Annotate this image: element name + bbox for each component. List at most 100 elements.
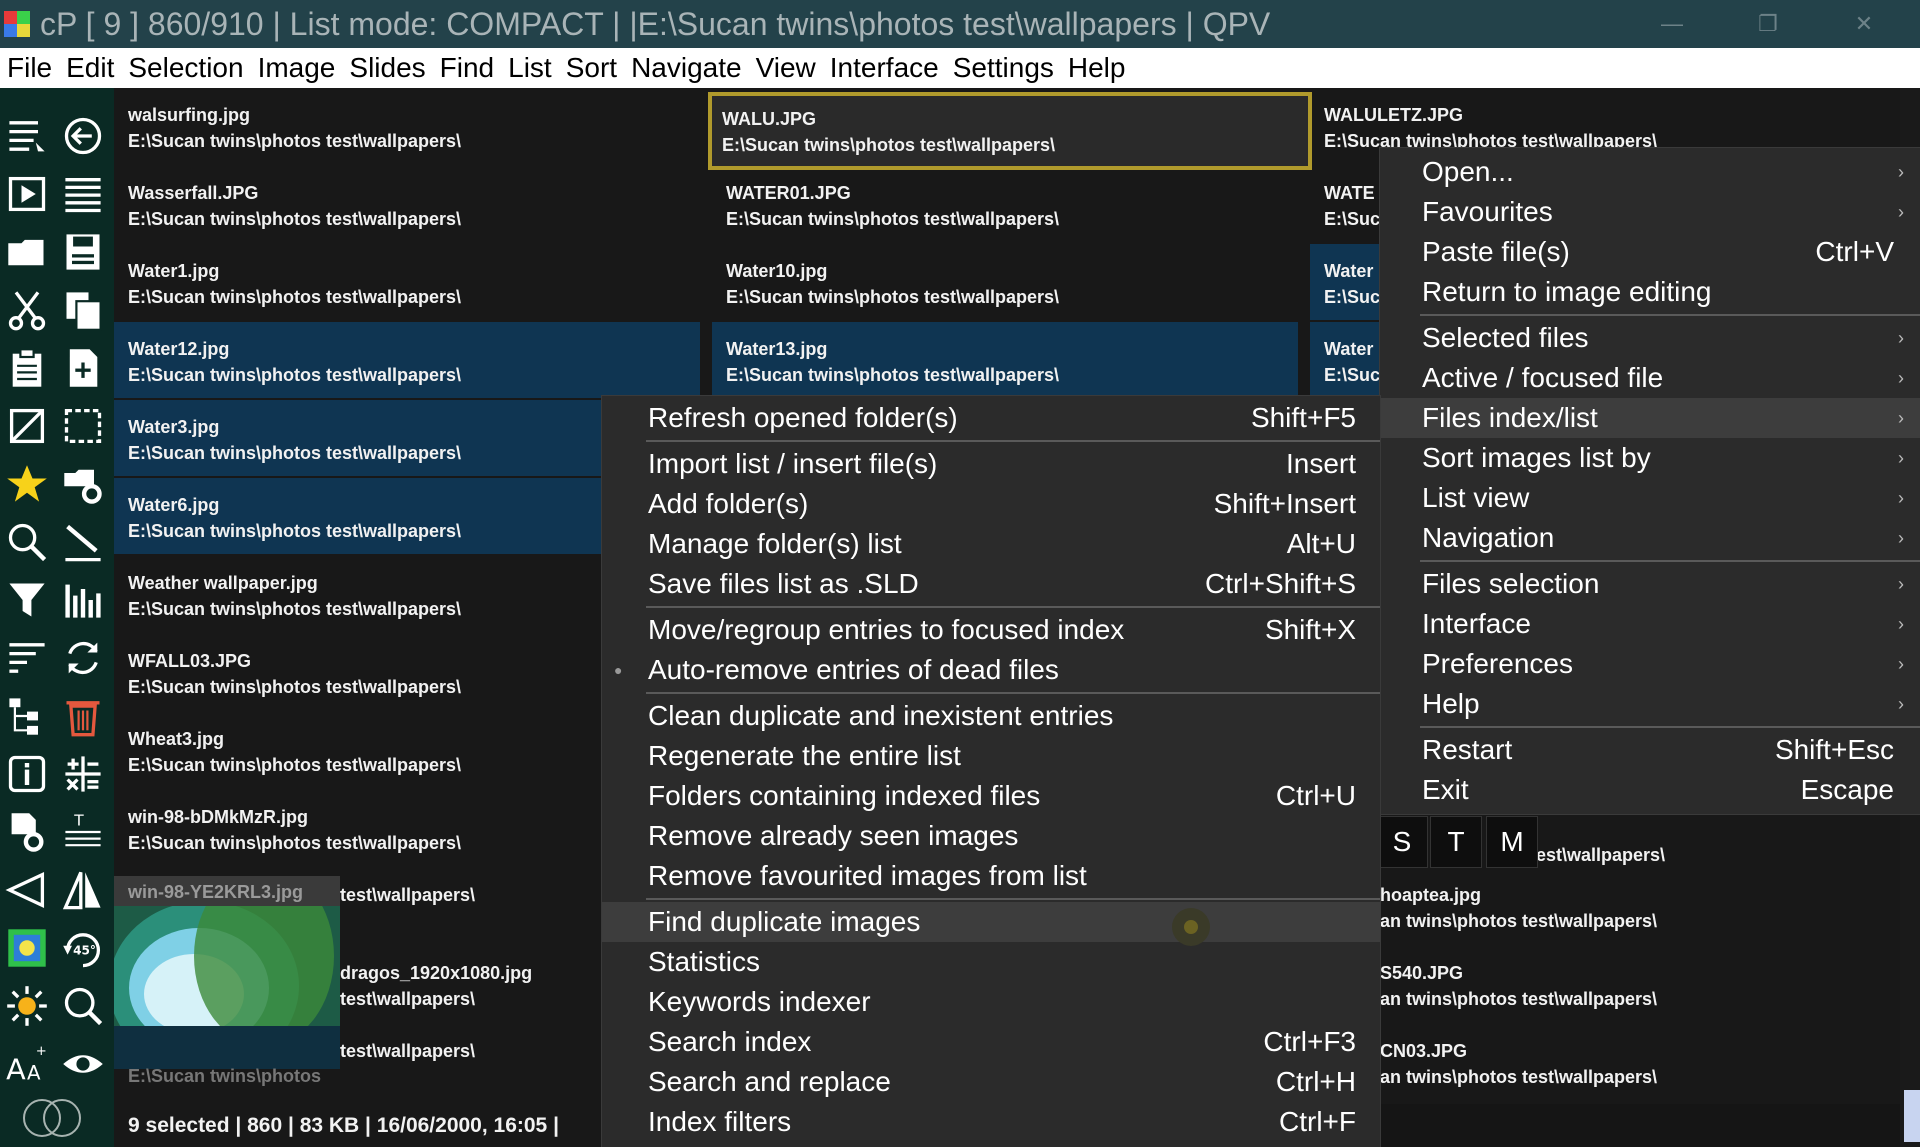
submenu-item-import-list[interactable]: Import list / insert file(s) Insert [602, 444, 1380, 484]
font-size-icon[interactable]: A A + [3, 1040, 51, 1088]
menu-item-restart[interactable]: Restart Shift+Esc [1380, 730, 1920, 770]
scrollbar-thumb[interactable] [1904, 1090, 1920, 1142]
menu-view[interactable]: View [749, 52, 823, 84]
menu-item-files-selection[interactable]: Files selection › [1380, 564, 1920, 604]
menu-item-sort-images[interactable]: Sort images list by › [1380, 438, 1920, 478]
brightness-icon[interactable] [3, 982, 51, 1030]
calculator-icon[interactable] [59, 750, 107, 798]
submenu-item-add-folders[interactable]: Add folder(s) Shift+Insert [602, 484, 1380, 524]
menu-find[interactable]: Find [433, 52, 501, 84]
list-mode-icon[interactable] [3, 112, 51, 160]
menu-item-selected-files[interactable]: Selected files › [1380, 318, 1920, 358]
file-settings-icon[interactable] [3, 808, 51, 856]
submenu-item-remove-favourited[interactable]: Remove favourited images from list [602, 856, 1380, 896]
submenu-item-find-duplicates[interactable]: Find duplicate images [602, 902, 1380, 942]
list-item[interactable]: Water1.jpg E:\Sucan twins\photos test\wal… [114, 244, 700, 320]
menu-item-files-index-list[interactable]: Files index/list › [1380, 398, 1920, 438]
menu-slides[interactable]: Slides [342, 52, 432, 84]
s-button[interactable]: S [1376, 816, 1428, 868]
histogram-icon[interactable] [59, 576, 107, 624]
zoom-search-icon[interactable] [3, 518, 51, 566]
list-item[interactable]: Wasserfall.JPG E:\Sucan twins\photos test… [114, 166, 700, 242]
menu-sort[interactable]: Sort [559, 52, 624, 84]
menu-item-active-file[interactable]: Active / focused file › [1380, 358, 1920, 398]
delete-icon[interactable] [59, 692, 107, 740]
menu-interface[interactable]: Interface [823, 52, 946, 84]
save-icon[interactable] [59, 228, 107, 276]
color-adjust-icon[interactable] [3, 924, 51, 972]
menu-help[interactable]: Help [1061, 52, 1133, 84]
menu-item-favourites[interactable]: Favourites › [1380, 192, 1920, 232]
list-item-selected[interactable]: Water E:\Suc [1310, 322, 1380, 398]
sort-list-icon[interactable] [3, 634, 51, 682]
submenu-item-remove-seen[interactable]: Remove already seen images [602, 816, 1380, 856]
rotate-45-icon[interactable]: 45° [59, 924, 107, 972]
open-folder-icon[interactable] [3, 228, 51, 276]
crop-icon[interactable] [3, 402, 51, 450]
copy-icon[interactable] [59, 286, 107, 334]
paste-icon[interactable] [3, 344, 51, 392]
menu-selection[interactable]: Selection [121, 52, 250, 84]
menu-item-preferences[interactable]: Preferences › [1380, 644, 1920, 684]
list-item-selected[interactable]: Water12.jpg E:\Sucan twins\photos test\wa… [114, 322, 700, 398]
menu-navigate[interactable]: Navigate [624, 52, 749, 84]
menu-item-navigation[interactable]: Navigation › [1380, 518, 1920, 558]
submenu-item-statistics[interactable]: Statistics [602, 942, 1380, 982]
close-button[interactable]: ✕ [1816, 0, 1912, 48]
submenu-item-folders-containing[interactable]: Folders containing indexed files Ctrl+U [602, 776, 1380, 816]
minimize-button[interactable]: — [1624, 0, 1720, 48]
menu-edit[interactable]: Edit [59, 52, 121, 84]
open-exit-icon[interactable] [59, 112, 107, 160]
slideshow-icon[interactable] [3, 170, 51, 218]
submenu-item-manage-folders[interactable]: Manage folder(s) list Alt+U [602, 524, 1380, 564]
submenu-item-clean-duplicates[interactable]: Clean duplicate and inexistent entries [602, 696, 1380, 736]
menu-item-paste-files[interactable]: Paste file(s) Ctrl+V [1380, 232, 1920, 272]
list-item[interactable]: hoaptea.jpg an twins\photos test\wallpape… [1372, 868, 1892, 944]
menu-item-help[interactable]: Help › [1380, 684, 1920, 724]
magnifier-icon[interactable] [59, 982, 107, 1030]
submenu-item-regenerate[interactable]: Regenerate the entire list [602, 736, 1380, 776]
list-item[interactable]: WATE E:\Suc [1310, 166, 1380, 242]
menu-file[interactable]: File [0, 52, 59, 84]
text-align-icon[interactable]: T [59, 808, 107, 856]
refresh-icon[interactable] [59, 634, 107, 682]
cut-icon[interactable] [3, 286, 51, 334]
draw-line-icon[interactable] [59, 518, 107, 566]
list-item[interactable]: WATER01.JPG E:\Sucan twins\photos test\wa… [712, 166, 1298, 242]
menu-list[interactable]: List [501, 52, 559, 84]
submenu-item-index-filters[interactable]: Index filters Ctrl+F [602, 1102, 1380, 1142]
favourite-star-icon[interactable] [3, 460, 51, 508]
maximize-button[interactable]: ❐ [1720, 0, 1816, 48]
submenu-item-refresh[interactable]: Refresh opened folder(s) Shift+F5 [602, 398, 1380, 438]
menu-image[interactable]: Image [251, 52, 343, 84]
folder-settings-icon[interactable] [59, 460, 107, 508]
list-item[interactable]: S540.JPG an twins\photos test\wallpapers\ [1372, 946, 1892, 1022]
menu-item-open[interactable]: Open... › [1380, 152, 1920, 192]
menu-item-return-editing[interactable]: Return to image editing [1380, 272, 1920, 312]
list-item-focused[interactable]: WALU.JPG E:\Sucan twins\photos test\wallp… [708, 92, 1312, 170]
list-item[interactable]: test\wallpapers\ [326, 868, 596, 944]
menu-item-interface[interactable]: Interface › [1380, 604, 1920, 644]
m-button[interactable]: M [1486, 816, 1538, 868]
t-button[interactable]: T [1430, 816, 1482, 868]
submenu-item-save-sld[interactable]: Save files list as .SLD Ctrl+Shift+S [602, 564, 1380, 604]
submenu-item-auto-remove[interactable]: ● Auto-remove entries of dead files [602, 650, 1380, 690]
filter-icon[interactable] [3, 576, 51, 624]
list-item[interactable]: CN03.JPG an twins\photos test\wallpapers\ [1372, 1024, 1892, 1100]
flip-icon[interactable] [59, 866, 107, 914]
menu-item-exit[interactable]: Exit Escape [1380, 770, 1920, 810]
list-item[interactable]: Water10.jpg E:\Sucan twins\photos test\wa… [712, 244, 1298, 320]
list-item-selected[interactable]: Water13.jpg E:\Sucan twins\photos test\wa… [712, 322, 1298, 398]
menu-settings[interactable]: Settings [946, 52, 1061, 84]
overlap-circles-icon[interactable] [14, 1094, 90, 1142]
submenu-item-move-regroup[interactable]: Move/regroup entries to focused index Shi… [602, 610, 1380, 650]
submenu-item-search-index[interactable]: Search index Ctrl+F3 [602, 1022, 1380, 1062]
list-item-selected[interactable]: Water E:\Suc [1310, 244, 1380, 320]
list-item[interactable]: test\wallpapers\ [326, 1024, 596, 1100]
submenu-item-keywords-indexer[interactable]: Keywords indexer [602, 982, 1380, 1022]
list-item[interactable]: walsurfing.jpg E:\Sucan twins\photos test… [114, 88, 700, 164]
tree-icon[interactable] [3, 692, 51, 740]
selection-rect-icon[interactable] [59, 402, 107, 450]
menu-item-list-view[interactable]: List view › [1380, 478, 1920, 518]
info-icon[interactable] [3, 750, 51, 798]
